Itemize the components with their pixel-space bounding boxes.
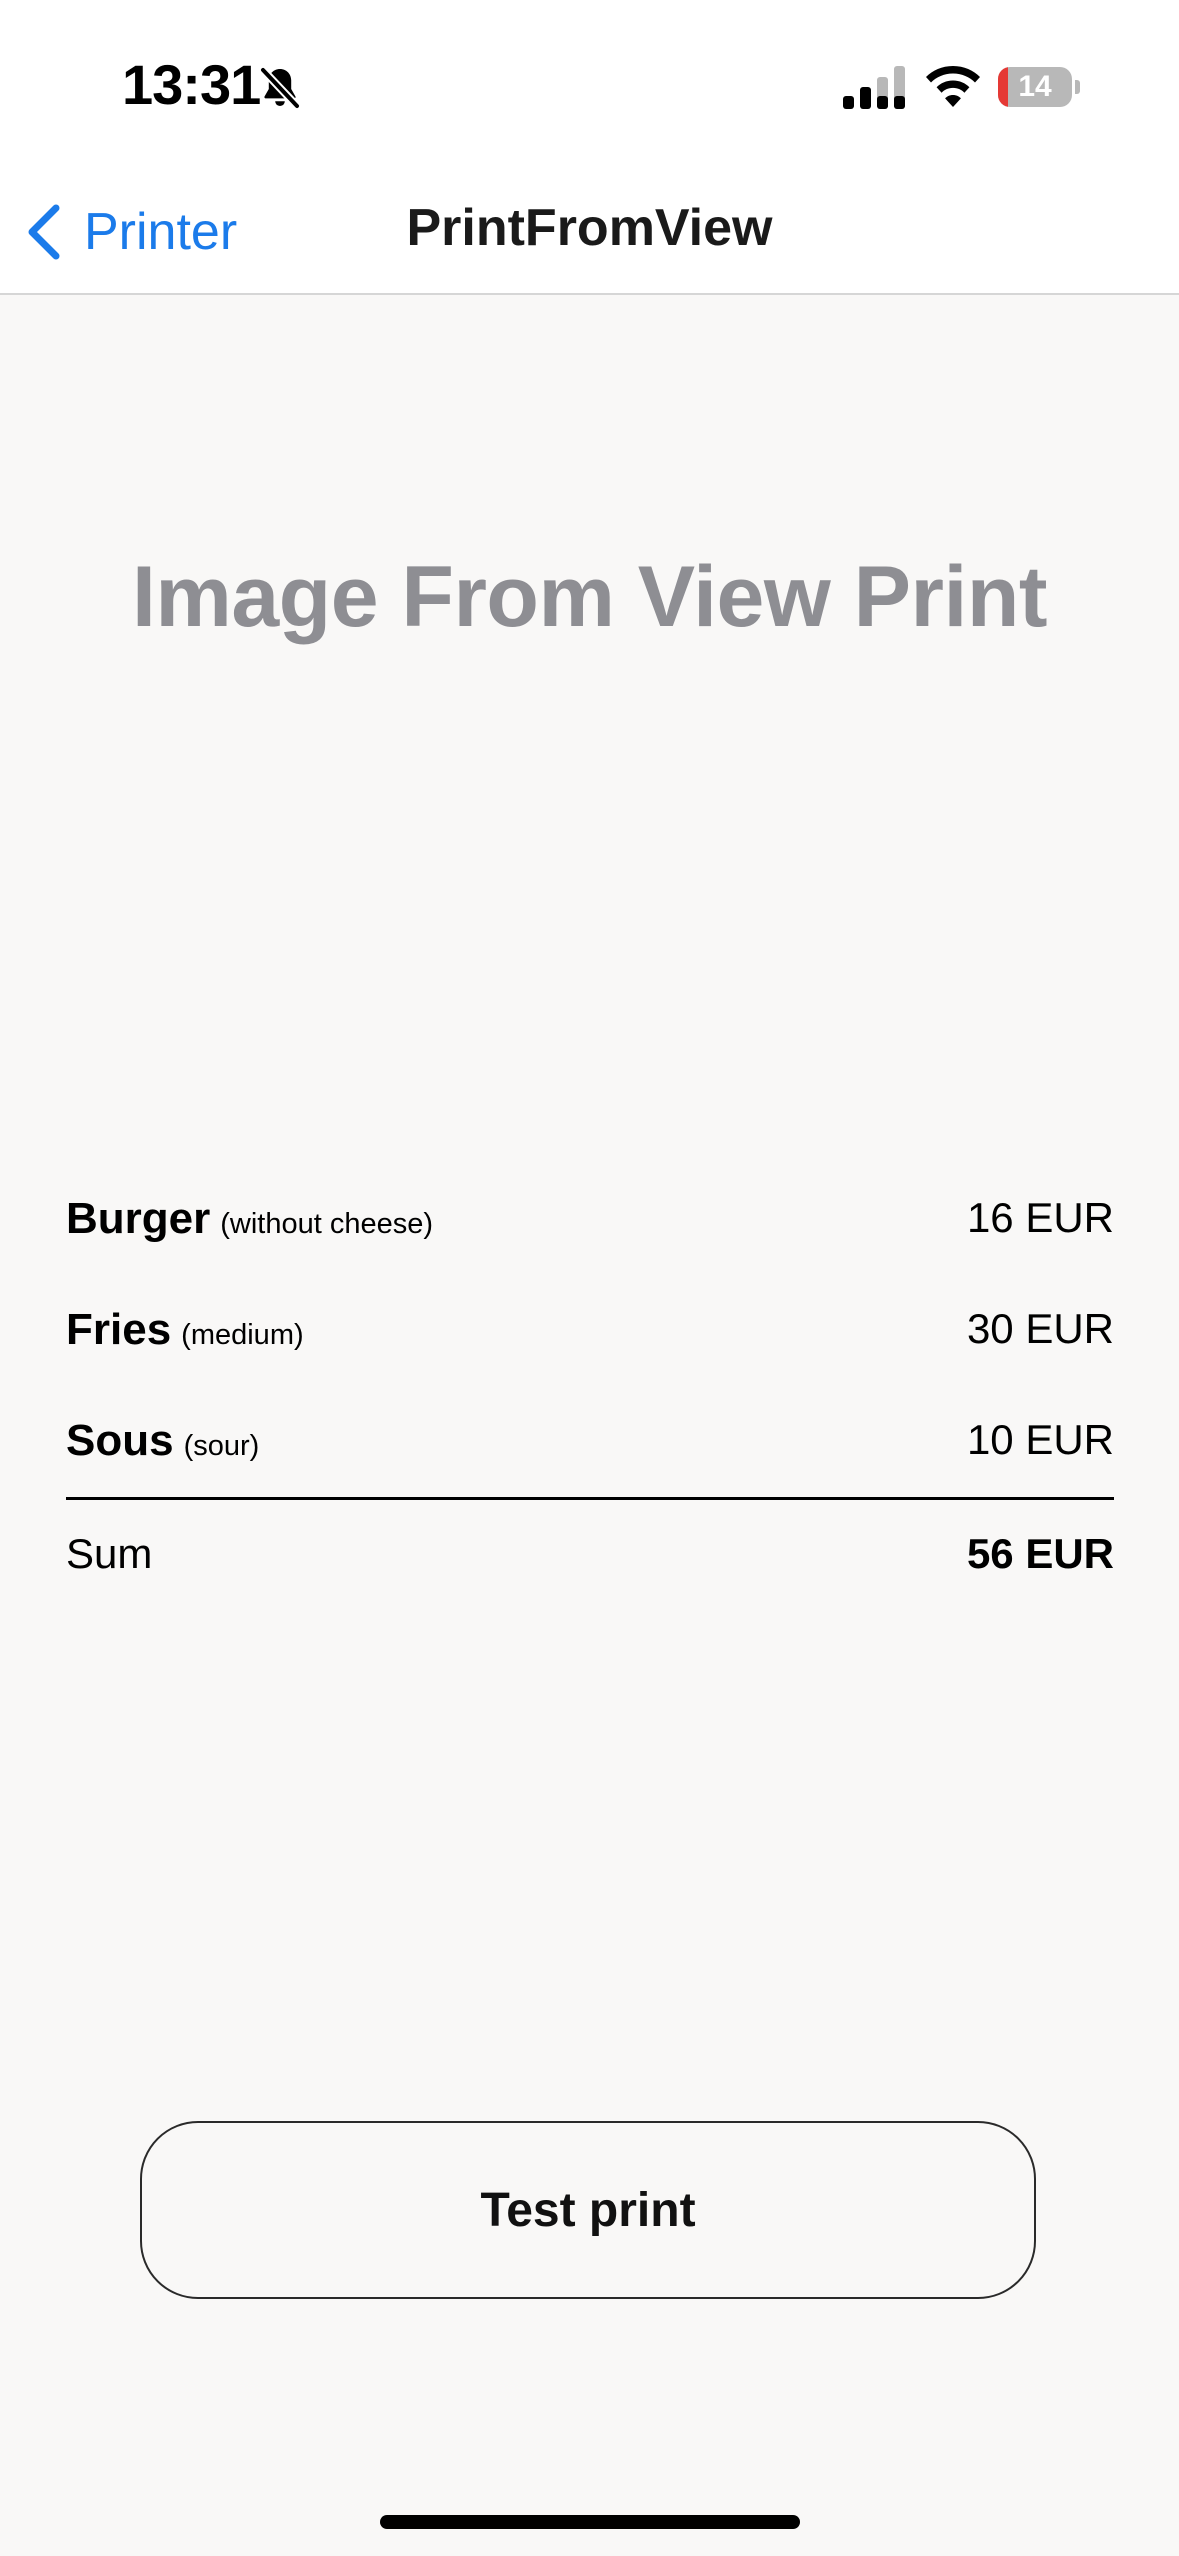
receipt-item-left: Burger (without cheese) [66,1194,433,1244]
headline: Image From View Print [131,549,1048,645]
item-price: 10 EUR [966,1416,1114,1463]
item-note: (medium) [181,1319,304,1351]
sum-value: 56 EUR [966,1530,1114,1577]
sum-label: Sum [66,1530,153,1577]
status-bar: 13:31 14 [0,0,1179,170]
test-print-button[interactable]: Test print [140,2121,1036,2299]
battery-icon: 14 [998,67,1080,107]
cellular-signal-icon [843,66,905,109]
item-name: Fries [66,1305,172,1354]
page-title: PrintFromView [406,199,773,257]
item-name: Sous [66,1416,174,1465]
item-name: Burger [66,1194,211,1243]
battery-body: 14 [998,67,1072,107]
receipt-item-left: Fries (medium) [66,1305,304,1355]
battery-level: 14 [1018,70,1052,103]
bell-slash-icon [259,66,301,110]
receipt: Burger (without cheese) 16 EUR Fries (medi… [66,1180,1114,1577]
item-price: 16 EUR [966,1194,1114,1241]
item-price: 30 EUR [966,1305,1114,1352]
receipt-row: Burger (without cheese) 16 EUR [66,1180,1114,1291]
status-time: 13:31 [122,53,261,116]
battery-cap [1075,80,1080,94]
receipt-row: Fries (medium) 30 EUR [66,1291,1114,1402]
navigation-bar: Printer PrintFromView [0,170,1179,295]
receipt-divider [66,1497,1114,1500]
home-indicator [380,2515,800,2529]
wifi-icon [926,66,980,107]
item-note: (without cheese) [220,1208,434,1240]
item-note: (sour) [183,1430,260,1462]
receipt-item-left: Sous (sour) [66,1416,259,1466]
